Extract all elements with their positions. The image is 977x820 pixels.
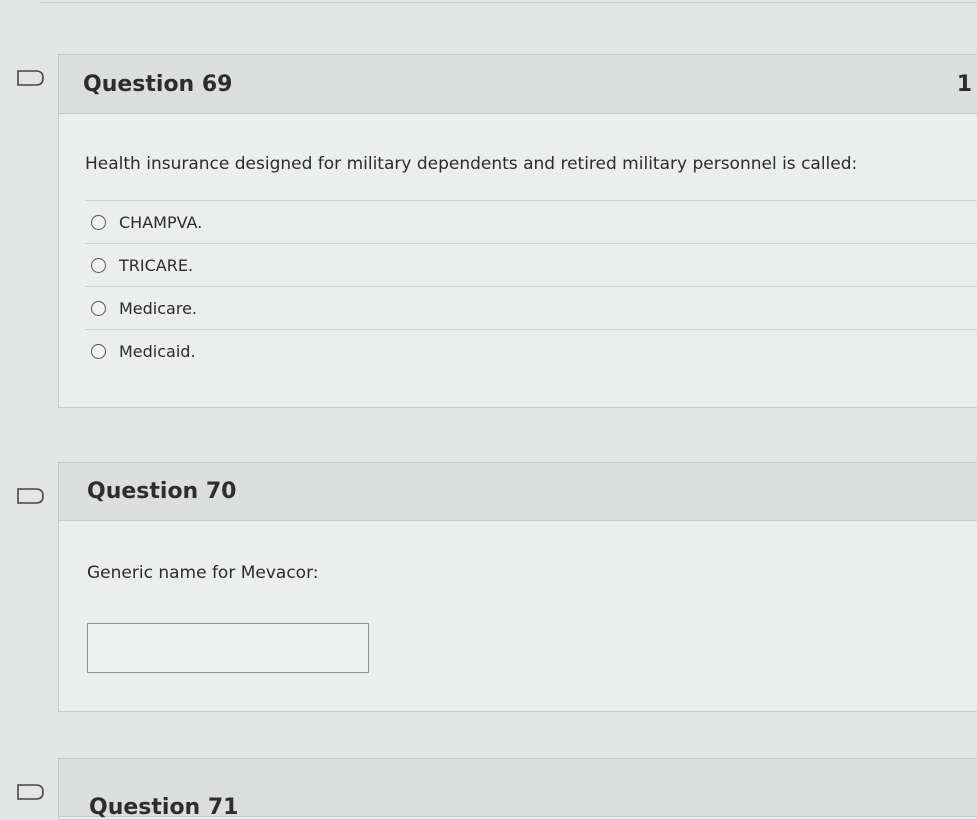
radio-button[interactable] (91, 344, 106, 359)
flag-question-70-icon[interactable] (17, 488, 45, 504)
question-text: Health insurance designed for military d… (85, 154, 858, 174)
radio-button[interactable] (91, 300, 106, 316)
question-69-body: Health insurance designed for military d… (59, 154, 977, 373)
answer-text-input[interactable] (87, 623, 369, 673)
answer-label: TRICARE. (119, 255, 194, 275)
question-70-header: Question 70 (59, 463, 977, 521)
answer-options: CHAMPVA. TRICARE. Medicare. Medicaid. (85, 200, 977, 373)
flag-question-69-icon[interactable] (17, 70, 45, 86)
question-title: Question 71 (89, 795, 239, 820)
flag-question-71-icon[interactable] (17, 784, 45, 800)
answer-label: Medicare. (119, 298, 198, 318)
question-69-card: Question 69 1 Health insurance designed … (58, 54, 977, 408)
question-text: Generic name for Mevacor: (87, 563, 319, 583)
question-70-card: Question 70 Generic name for Mevacor: (58, 462, 977, 712)
question-points: 1 (956, 71, 972, 97)
radio-button[interactable] (91, 257, 106, 273)
answer-label: CHAMPVA. (119, 212, 203, 232)
top-divider (40, 2, 977, 3)
answer-option-champva[interactable]: CHAMPVA. (85, 201, 977, 244)
question-title: Question 70 (87, 479, 237, 504)
question-71-header: Question 71 (59, 759, 977, 820)
question-title: Question 69 (83, 71, 233, 97)
question-69-header: Question 69 1 (59, 55, 977, 114)
answer-option-tricare[interactable]: TRICARE. (85, 244, 977, 287)
question-71-card: Question 71 (58, 758, 977, 820)
answer-option-medicare[interactable]: Medicare. (85, 287, 977, 330)
answer-option-medicaid[interactable]: Medicaid. (85, 330, 977, 373)
answer-label: Medicaid. (119, 342, 196, 361)
question-70-body: Generic name for Mevacor: (59, 563, 977, 673)
radio-button[interactable] (91, 214, 106, 230)
